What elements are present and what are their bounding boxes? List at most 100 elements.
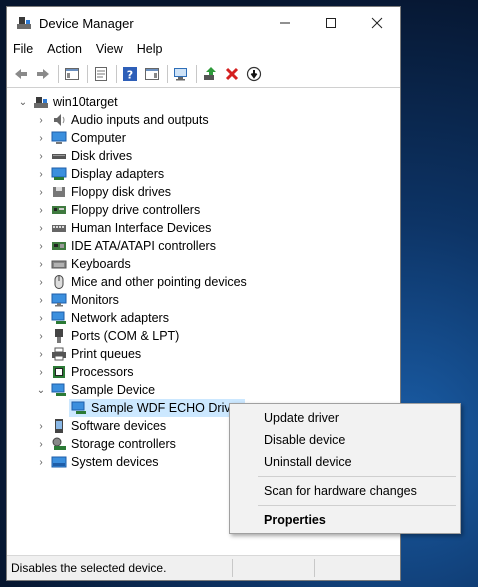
context-uninstall-device[interactable]: Uninstall device bbox=[264, 455, 352, 469]
chevron-right-icon[interactable]: › bbox=[35, 259, 47, 270]
chevron-down-icon[interactable]: ⌄ bbox=[17, 97, 29, 108]
tree-item-label: Ports (COM & LPT) bbox=[71, 329, 180, 343]
tree-item-mice[interactable]: › Mice and other pointing devices bbox=[35, 273, 247, 291]
chevron-right-icon[interactable]: › bbox=[35, 295, 47, 306]
tree-item-system-devices[interactable]: › System devices bbox=[35, 453, 159, 471]
tree-item-label: System devices bbox=[71, 455, 159, 469]
back-icon[interactable] bbox=[11, 64, 31, 84]
chevron-right-icon[interactable]: › bbox=[35, 421, 47, 432]
tree-item-label: Software devices bbox=[71, 419, 167, 433]
tree-item-floppy-controllers[interactable]: › Floppy drive controllers bbox=[35, 201, 200, 219]
chevron-right-icon[interactable]: › bbox=[35, 223, 47, 234]
tree-item-label: Processors bbox=[71, 365, 134, 379]
maximize-icon bbox=[326, 18, 336, 28]
tree-item-sample-device[interactable]: ⌄ Sample Device bbox=[35, 381, 155, 399]
tree-item-storage-controllers[interactable]: › Storage controllers bbox=[35, 435, 176, 453]
tree-item-label: Keyboards bbox=[71, 257, 131, 271]
chevron-right-icon[interactable]: › bbox=[35, 367, 47, 378]
chevron-right-icon[interactable]: › bbox=[35, 277, 47, 288]
chevron-right-icon[interactable]: › bbox=[35, 187, 47, 198]
chevron-right-icon[interactable]: › bbox=[35, 439, 47, 450]
tree-item-processors[interactable]: › Processors bbox=[35, 363, 134, 381]
tree-item-software-devices[interactable]: › Software devices bbox=[35, 417, 166, 435]
chevron-down-icon[interactable]: ⌄ bbox=[35, 385, 47, 396]
context-update-driver[interactable]: Update driver bbox=[264, 411, 339, 425]
tree-item-display-adapters[interactable]: › Display adapters bbox=[35, 165, 164, 183]
tree-item-audio[interactable]: › Audio inputs and outputs bbox=[35, 111, 208, 129]
tree-item-label: Network adapters bbox=[71, 311, 169, 325]
disable-icon[interactable] bbox=[244, 64, 264, 84]
context-menu: Update driver Disable device Uninstall d… bbox=[229, 403, 461, 534]
chevron-right-icon[interactable]: › bbox=[35, 115, 47, 126]
chevron-right-icon[interactable]: › bbox=[35, 331, 47, 342]
context-disable-device[interactable]: Disable device bbox=[264, 433, 345, 447]
status-separator bbox=[314, 559, 315, 577]
close-icon bbox=[371, 17, 383, 29]
toolbar-divider bbox=[7, 87, 400, 88]
chevron-right-icon[interactable]: › bbox=[35, 349, 47, 360]
speaker-icon bbox=[51, 112, 67, 128]
help-icon[interactable]: ? bbox=[120, 64, 140, 84]
software-device-icon bbox=[51, 418, 67, 434]
system-device-icon bbox=[51, 454, 67, 470]
tree-root[interactable]: ⌄ win10target bbox=[17, 93, 118, 111]
tree-item-print-queues[interactable]: › Print queues bbox=[35, 345, 141, 363]
window-title: Device Manager bbox=[39, 15, 134, 31]
menu-bar: File Action View Help bbox=[7, 39, 400, 59]
tree-item-ide[interactable]: › IDE ATA/ATAPI controllers bbox=[35, 237, 216, 255]
action-pane-icon[interactable] bbox=[142, 64, 162, 84]
chevron-right-icon[interactable]: › bbox=[35, 241, 47, 252]
ide-controller-icon bbox=[51, 238, 67, 254]
tree-item-label: Print queues bbox=[71, 347, 142, 361]
tree-item-monitors[interactable]: › Monitors bbox=[35, 291, 119, 309]
tree-item-network[interactable]: › Network adapters bbox=[35, 309, 169, 327]
menu-file[interactable]: File bbox=[7, 42, 40, 56]
chevron-right-icon[interactable]: › bbox=[35, 313, 47, 324]
status-bar: Disables the selected device. bbox=[7, 555, 400, 580]
context-scan-hardware[interactable]: Scan for hardware changes bbox=[264, 484, 417, 498]
network-adapter-icon bbox=[51, 310, 67, 326]
tree-item-hid[interactable]: › Human Interface Devices bbox=[35, 219, 211, 237]
chevron-right-icon[interactable]: › bbox=[35, 133, 47, 144]
title-bar[interactable]: Device Manager bbox=[7, 7, 400, 39]
driver-icon bbox=[71, 400, 87, 416]
chevron-right-icon[interactable]: › bbox=[35, 169, 47, 180]
tree-item-label: Mice and other pointing devices bbox=[71, 275, 247, 289]
tree-item-label: Floppy drive controllers bbox=[71, 203, 201, 217]
uninstall-icon[interactable] bbox=[222, 64, 242, 84]
printer-icon bbox=[51, 346, 67, 362]
properties-icon[interactable] bbox=[91, 64, 111, 84]
svg-text:?: ? bbox=[127, 69, 133, 82]
scan-icon[interactable] bbox=[171, 64, 191, 84]
floppy-controller-icon bbox=[51, 202, 67, 218]
port-icon bbox=[51, 328, 67, 344]
tree-item-sample-wdf-echo-driver[interactable]: Sample WDF ECHO Driver bbox=[69, 399, 245, 417]
processor-icon bbox=[51, 364, 67, 380]
tree-item-label: Sample WDF ECHO Driver bbox=[91, 401, 242, 415]
context-separator bbox=[258, 476, 456, 477]
chevron-right-icon[interactable]: › bbox=[35, 457, 47, 468]
maximize-button[interactable] bbox=[308, 7, 354, 39]
forward-icon[interactable] bbox=[33, 64, 53, 84]
menu-help[interactable]: Help bbox=[130, 42, 170, 56]
tree-item-floppy-disk[interactable]: › Floppy disk drives bbox=[35, 183, 171, 201]
tree-item-label: Monitors bbox=[71, 293, 119, 307]
update-driver-icon[interactable] bbox=[200, 64, 220, 84]
floppy-disk-icon bbox=[51, 184, 67, 200]
menu-action[interactable]: Action bbox=[40, 42, 89, 56]
tree-item-disk-drives[interactable]: › Disk drives bbox=[35, 147, 132, 165]
menu-view[interactable]: View bbox=[89, 42, 130, 56]
tree-item-ports[interactable]: › Ports (COM & LPT) bbox=[35, 327, 179, 345]
computer-root-icon bbox=[33, 94, 49, 110]
context-properties[interactable]: Properties bbox=[264, 513, 326, 527]
chevron-right-icon[interactable]: › bbox=[35, 151, 47, 162]
console-tree-icon[interactable] bbox=[62, 64, 82, 84]
tree-item-label: Display adapters bbox=[71, 167, 165, 181]
minimize-button[interactable] bbox=[262, 7, 308, 39]
chevron-right-icon[interactable]: › bbox=[35, 205, 47, 216]
tree-item-computer[interactable]: › Computer bbox=[35, 129, 126, 147]
toolbar: ? bbox=[7, 63, 400, 85]
tree-item-keyboards[interactable]: › Keyboards bbox=[35, 255, 131, 273]
close-button[interactable] bbox=[354, 7, 400, 39]
tree-item-label: IDE ATA/ATAPI controllers bbox=[71, 239, 216, 253]
